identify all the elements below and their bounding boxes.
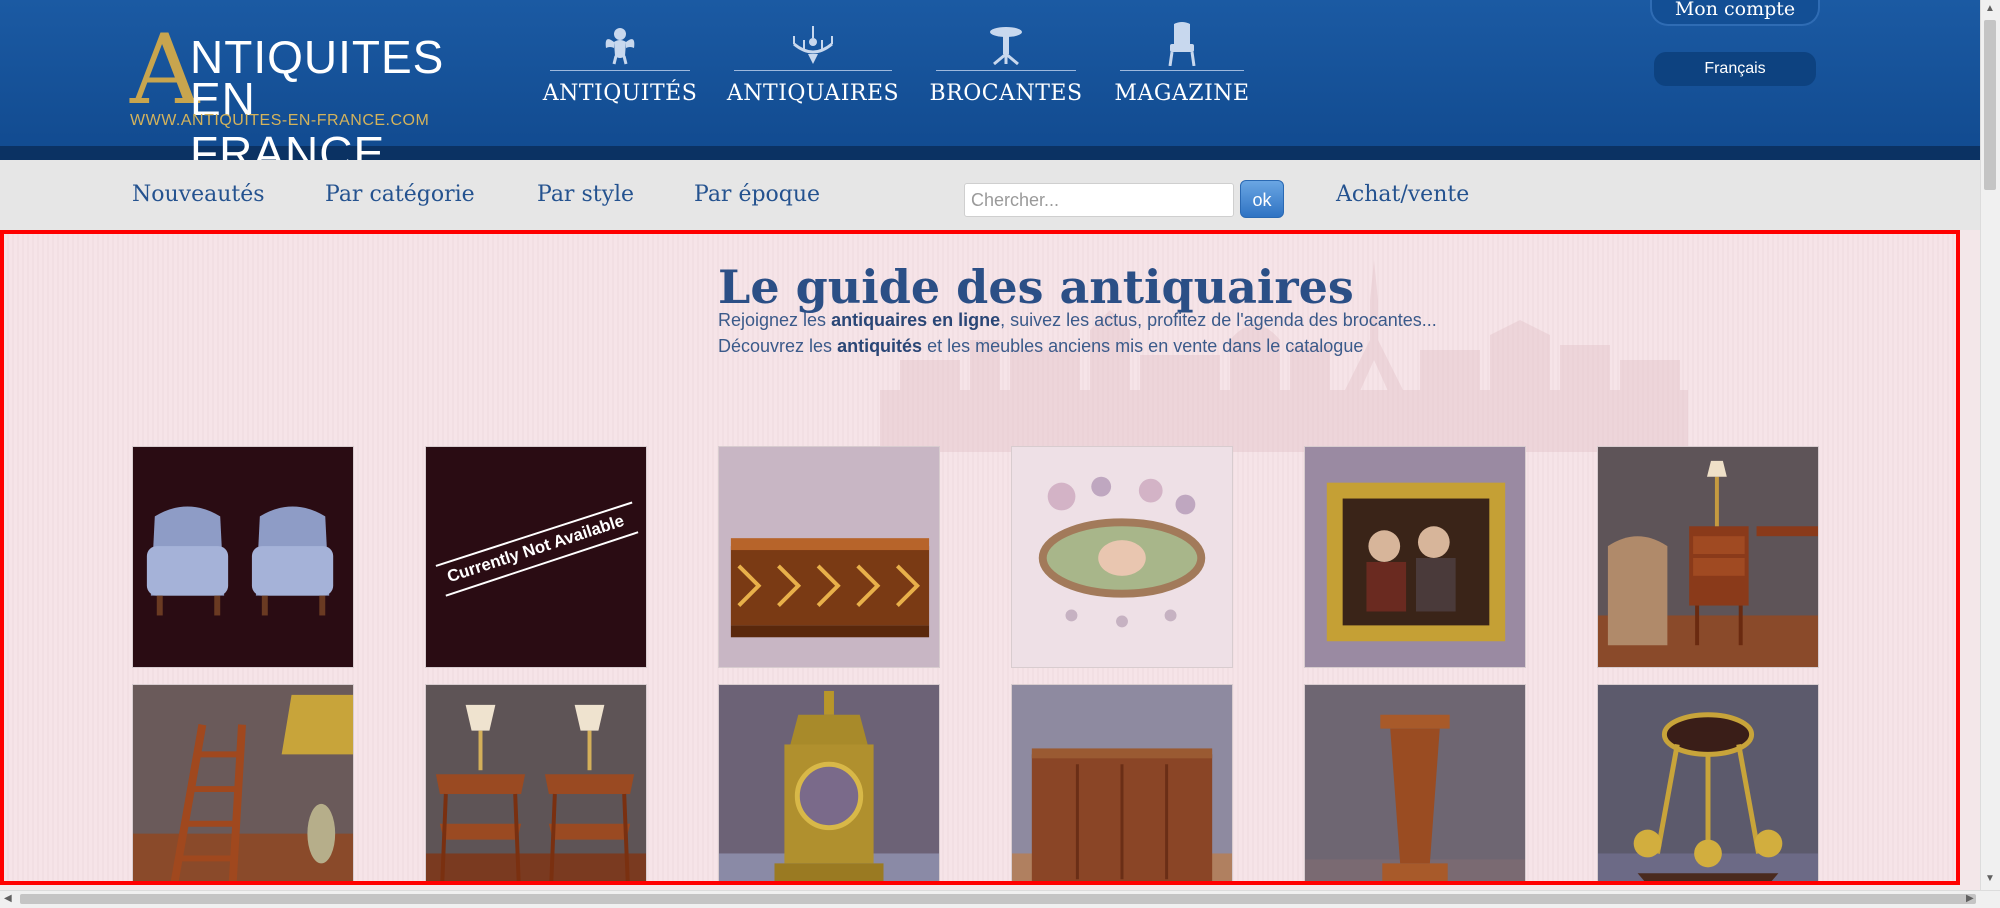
- subnav-link-achat-vente[interactable]: Achat/vente: [1336, 182, 1469, 207]
- product-thumbnail[interactable]: [1011, 446, 1233, 668]
- logo-big-letter: A: [130, 14, 200, 126]
- nav-rule: [1120, 70, 1244, 71]
- nav-label: BROCANTES: [929, 81, 1083, 106]
- intro-text: , suivez les actus, profitez de l'agenda…: [1000, 310, 1437, 330]
- product-thumbnail[interactable]: [132, 684, 354, 881]
- nav-item-magazine[interactable]: MAGAZINE: [1114, 22, 1249, 112]
- horizontal-scrollbar-thumb[interactable]: [20, 894, 1976, 904]
- product-thumbnail[interactable]: [1304, 684, 1526, 881]
- armchair-icon: [1166, 22, 1198, 66]
- pedestal-table-icon: [988, 22, 1024, 66]
- mantel-clock-image: [719, 685, 939, 881]
- product-thumbnail[interactable]: [718, 446, 940, 668]
- vertical-scrollbar-thumb[interactable]: [1984, 20, 1996, 190]
- framed-painting-image: [1305, 447, 1525, 667]
- nav-label: ANTIQUAIRES: [726, 81, 900, 106]
- nav-label: MAGAZINE: [1114, 81, 1250, 106]
- nav-label: ANTIQUITÉS: [542, 81, 698, 106]
- main-content: Le guide des antiquaires Rejoignez les a…: [0, 230, 1960, 885]
- cherub-icon: [600, 22, 640, 66]
- my-account-button[interactable]: Mon compte: [1650, 0, 1820, 26]
- subnav-link-par-categorie[interactable]: Par catégorie: [325, 182, 475, 207]
- product-thumbnail[interactable]: [132, 446, 354, 668]
- sideboard-image: [1012, 685, 1232, 881]
- product-thumbnail[interactable]: [1597, 684, 1819, 881]
- nav-rule: [936, 70, 1076, 71]
- language-button[interactable]: Français: [1654, 52, 1816, 86]
- intro-emphasis: antiquités: [837, 336, 923, 356]
- cherub-candelabra-image: [1598, 685, 1818, 881]
- scroll-up-arrow-icon[interactable]: ▲: [1985, 4, 1995, 14]
- site-logo[interactable]: A NTIQUITES EN FRANCE WWW.ANTIQUITES-EN-…: [130, 14, 450, 179]
- scroll-right-arrow-icon[interactable]: ▶: [1966, 894, 1974, 904]
- porcelain-brooch-image: [1012, 447, 1232, 667]
- nav-item-antiquites[interactable]: ANTIQUITÉS: [543, 22, 697, 112]
- intro-emphasis: antiquaires en ligne: [831, 310, 1001, 330]
- not-available-image: Currently Not Available: [426, 447, 646, 667]
- product-thumbnail[interactable]: [1597, 446, 1819, 668]
- product-thumbnail[interactable]: [718, 684, 940, 881]
- intro-text: Rejoignez les: [718, 310, 832, 330]
- intro-line-1: Rejoignez les antiquaires en ligne, suiv…: [718, 310, 1437, 331]
- search-ok-button[interactable]: ok: [1240, 180, 1284, 218]
- intro-line-2: Découvrez les antiquités et les meubles …: [718, 336, 1363, 357]
- nav-item-antiquaires[interactable]: ANTIQUAIRES: [727, 22, 899, 112]
- product-thumbnail[interactable]: [1011, 684, 1233, 881]
- sub-nav: Nouveautés Par catégorie Par style Par é…: [0, 160, 1980, 230]
- subnav-link-par-epoque[interactable]: Par époque: [694, 182, 820, 207]
- main-nav: ANTIQUITÉS ANTIQUAIRES BROCANTES MAGAZIN…: [543, 22, 1249, 112]
- nav-item-brocantes[interactable]: BROCANTES: [929, 22, 1082, 112]
- library-ladder-image: [133, 685, 353, 881]
- subnav-link-par-style[interactable]: Par style: [537, 182, 634, 207]
- armchairs-image: [133, 447, 353, 667]
- page-title: Le guide des antiquaires: [718, 260, 1354, 314]
- inlaid-box-image: [719, 447, 939, 667]
- logo-url: WWW.ANTIQUITES-EN-FRANCE.COM: [130, 112, 430, 129]
- corner-tables-image: [426, 685, 646, 881]
- chandelier-icon: [790, 22, 836, 66]
- product-thumbnail[interactable]: [1304, 446, 1526, 668]
- subnav-link-nouveautes[interactable]: Nouveautés: [132, 182, 265, 207]
- nav-rule: [734, 70, 892, 71]
- scroll-left-arrow-icon[interactable]: ◀: [4, 894, 12, 904]
- wooden-pedestal-image: [1305, 685, 1525, 881]
- scroll-down-arrow-icon[interactable]: ▼: [1985, 874, 1995, 884]
- product-thumbnail[interactable]: [425, 684, 647, 881]
- bedside-table-image: [1598, 447, 1818, 667]
- nav-rule: [550, 70, 690, 71]
- intro-text: et les meubles anciens mis en vente dans…: [922, 336, 1364, 356]
- site-header: A NTIQUITES EN FRANCE WWW.ANTIQUITES-EN-…: [0, 0, 1980, 179]
- product-thumbnail[interactable]: Currently Not Available: [425, 446, 647, 668]
- search-input[interactable]: [964, 183, 1234, 217]
- intro-text: Découvrez les: [718, 336, 838, 356]
